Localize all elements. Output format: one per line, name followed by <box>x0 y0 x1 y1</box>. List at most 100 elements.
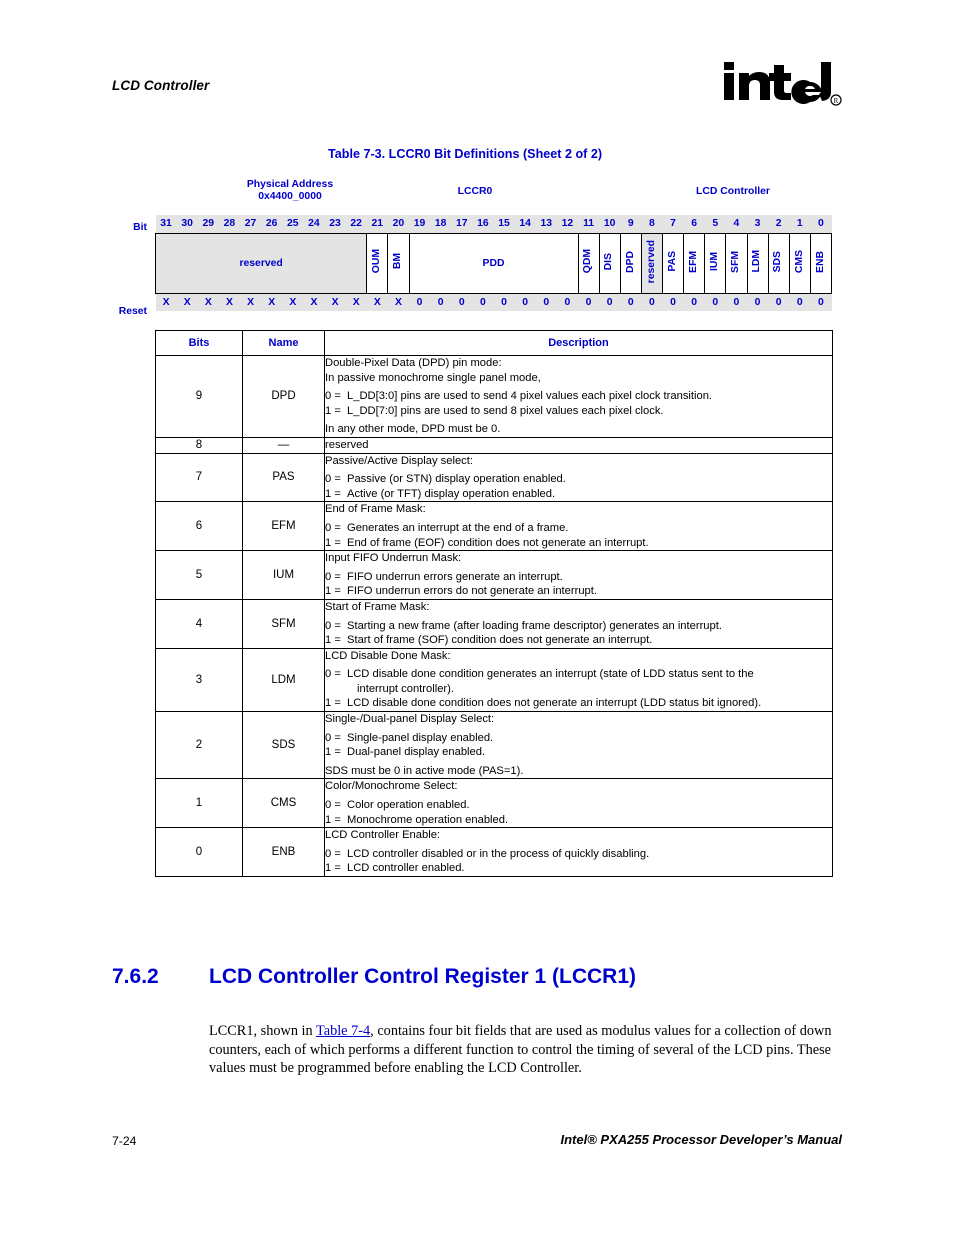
reset-value-cell: 0 <box>578 293 600 311</box>
bit-number-cell: 23 <box>324 215 346 233</box>
table-row: 5 IUM Input FIFO Underrun Mask: 0 = FIFO und… <box>155 550 833 600</box>
bit-number-cell: 0 <box>810 215 832 233</box>
bit-number-cell: 31 <box>155 215 177 233</box>
reset-value-cell: X <box>218 293 240 311</box>
description-option: 0 = Passive (or STN) display operation en… <box>325 472 832 487</box>
option-key: 1 = <box>325 746 341 759</box>
description-line: LCD Disable Done Mask: <box>325 649 451 662</box>
description-line: In any other mode, DPD must be 0. <box>325 423 501 436</box>
reset-value-cell: 0 <box>662 293 684 311</box>
reset-value-row: XXXXXXXXXXXX00000000000000000000 <box>155 293 832 311</box>
description-line: Color/Monochrome Select: <box>325 780 458 793</box>
option-value: Active (or TFT) display operation enable… <box>347 487 556 500</box>
bit-field-cell-reserved: reserved <box>640 232 664 294</box>
bit-field-cell-pas: PAS <box>661 232 685 294</box>
definitions-header-row: Bits Name Description <box>155 330 833 356</box>
bit-number-cell: 21 <box>366 215 388 233</box>
section-title: LCD Controller Control Register 1 (LCCR1… <box>209 965 637 988</box>
reset-value-cell: 0 <box>556 293 578 311</box>
reset-value-cell: X <box>387 293 409 311</box>
option-key: 0 = <box>325 668 341 681</box>
table-caption: Table 7-3. LCCR0 Bit Definitions (Sheet … <box>328 147 603 161</box>
bit-number-cell: 4 <box>725 215 747 233</box>
description-line: Double-Pixel Data (DPD) pin mode: <box>325 357 502 369</box>
description-option: 0 = Color operation enabled. <box>325 798 832 813</box>
reset-value-cell: 0 <box>514 293 536 311</box>
bit-field-label: DIS <box>603 252 615 271</box>
bit-number-cell: 29 <box>197 215 219 233</box>
body-paragraph: LCCR1, shown in Table 7-4, contains four… <box>209 1022 834 1078</box>
reset-value-cell: X <box>197 293 219 311</box>
cell-bits: 2 <box>155 711 243 780</box>
bit-number-cell: 13 <box>535 215 557 233</box>
option-value: FIFO underrun errors do not generate an … <box>347 585 597 598</box>
option-key: 0 = <box>325 847 341 860</box>
bit-field-cell-ldm: LDM <box>746 232 769 294</box>
bit-number-cell: 9 <box>620 215 642 233</box>
bit-field-label: CMS <box>793 249 805 274</box>
option-value: LCD controller enabled. <box>347 862 465 875</box>
bit-field-cell-pdd: PDD <box>408 232 579 294</box>
bit-field-cell-enb: ENB <box>809 232 833 294</box>
register-header-labels: Physical Address 0x4400_0000 LCCR0 LCD C… <box>155 179 832 209</box>
option-value: L_DD[3:0] pins are used to send 4 pixel … <box>347 390 713 403</box>
option-value-continuation: interrupt controller). <box>357 682 454 695</box>
bit-field-label: OUM <box>371 249 383 274</box>
description-option: 1 = LCD controller enabled. <box>325 861 832 876</box>
option-value: LCD controller disabled or in the proces… <box>347 847 650 860</box>
reset-value-cell: X <box>261 293 283 311</box>
description-line: Passive/Active Display select: <box>325 454 473 467</box>
description-option: 1 = Start of frame (SOF) condition does n… <box>325 633 832 648</box>
option-key: 0 = <box>325 799 341 812</box>
description-option: 0 = FIFO underrun errors generate an inte… <box>325 570 832 585</box>
reset-value-cell: 0 <box>430 293 452 311</box>
bit-number-cell: 8 <box>641 215 663 233</box>
description-line: SDS must be 0 in active mode (PAS=1). <box>325 764 524 777</box>
table-row: 0 ENB LCD Controller Enable: 0 = LCD control… <box>155 827 833 877</box>
table-7-4-crossref-link[interactable]: Table 7-4 <box>316 1023 370 1039</box>
table-row: 3 LDM LCD Disable Done Mask: 0 = LCD disable… <box>155 647 833 713</box>
cell-bits: 1 <box>155 778 243 829</box>
intel-logo: R <box>724 62 842 110</box>
bit-number-cell: 19 <box>409 215 431 233</box>
register-name-label: LCCR0 <box>457 186 493 197</box>
option-key: 1 = <box>325 634 341 647</box>
bit-field-label: BM <box>392 253 404 270</box>
description-option: 1 = Dual-panel display enabled. <box>325 745 832 760</box>
table-row: 6 EFM End of Frame Mask: 0 = Generates an in… <box>155 501 833 552</box>
footer-page-number: 7-24 <box>112 1134 137 1148</box>
description-line: In passive monochrome single panel mode, <box>325 371 541 384</box>
bit-number-cell: 11 <box>578 215 600 233</box>
cell-description: Color/Monochrome Select: 0 = Color operati… <box>324 778 833 829</box>
option-value: End of frame (EOF) condition does not ge… <box>347 536 649 549</box>
reset-value-cell: X <box>282 293 304 311</box>
bit-field-label: SDS <box>772 250 784 273</box>
definitions-table: Bits Name Description 9 DPD Double-Pixel D… <box>155 330 833 877</box>
cell-description: Double-Pixel Data (DPD) pin mode: In pass… <box>324 355 833 438</box>
cell-name: ENB <box>242 827 325 877</box>
bit-number-cell: 7 <box>662 215 684 233</box>
option-key: 0 = <box>325 473 341 486</box>
bit-field-cell-ium: IUM <box>704 232 727 294</box>
bit-field-label: QDM <box>582 249 594 274</box>
bit-field-label: PAS <box>666 251 678 272</box>
column-header-name: Name <box>242 330 325 356</box>
bit-number-cell: 24 <box>303 215 325 233</box>
cell-name: DPD <box>242 355 325 438</box>
reset-value-cell: 0 <box>493 293 515 311</box>
bit-field-label: LDM <box>751 250 763 273</box>
reset-value-cell: 0 <box>683 293 705 311</box>
table-row: 9 DPD Double-Pixel Data (DPD) pin mode: In … <box>155 355 833 438</box>
bit-number-cell: 12 <box>556 215 578 233</box>
option-key: 1 = <box>325 697 341 710</box>
footer-manual-title: Intel® PXA255 Processor Developer’s Manu… <box>560 1132 843 1147</box>
cell-name: CMS <box>242 778 325 829</box>
running-head: LCD Controller <box>112 78 210 93</box>
bit-field-cell-dis: DIS <box>598 232 621 294</box>
table-row: 8— reserved <box>155 436 833 454</box>
cell-bits: 6 <box>155 501 243 552</box>
bit-field-cell-sfm: SFM <box>725 232 748 294</box>
reset-value-cell: 0 <box>768 293 790 311</box>
description-line: Start of Frame Mask: <box>325 600 430 613</box>
bit-field-cell-reserved: reserved <box>154 232 368 294</box>
